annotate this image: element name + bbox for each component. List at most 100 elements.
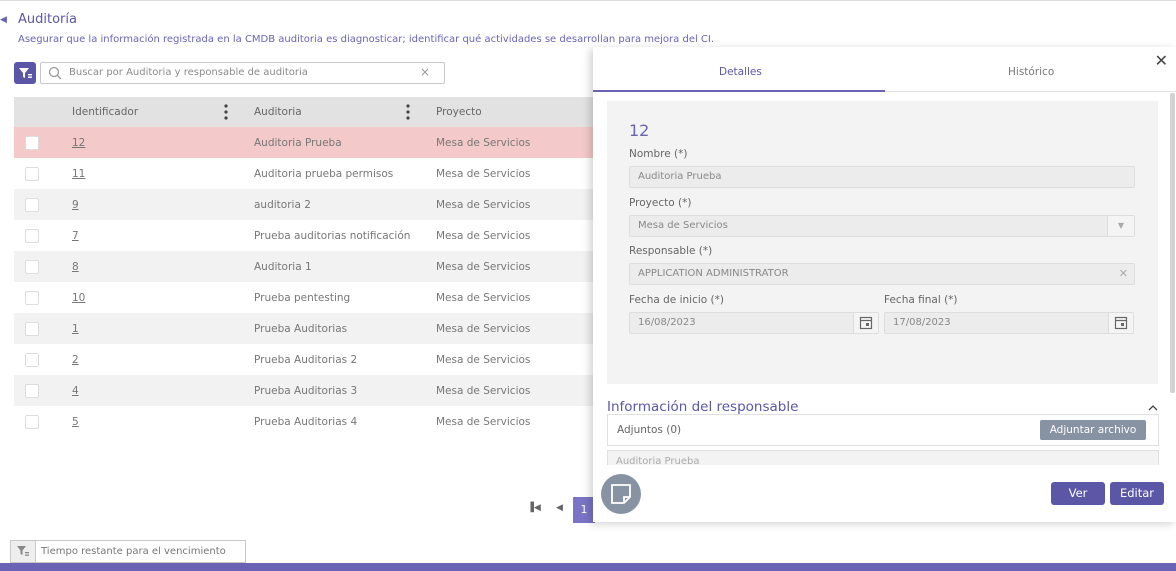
chevron-up-icon[interactable] [1148, 404, 1158, 411]
row-proyecto: Mesa de Servicios [436, 199, 531, 211]
row-checkbox[interactable] [25, 167, 39, 181]
partial-field-value: Auditoria Prueba [616, 456, 700, 465]
column-menu-icon[interactable] [406, 104, 410, 120]
attachments-bar: Adjuntos (0) Adjuntar archivo [607, 414, 1159, 446]
search-box[interactable]: Buscar por Auditoria y responsable de au… [40, 62, 445, 84]
close-icon[interactable]: ✕ [1155, 51, 1168, 70]
nombre-field[interactable]: Auditoria Prueba [629, 166, 1135, 188]
responsable-value: APPLICATION ADMINISTRATOR [638, 268, 789, 279]
audit-table: Identificador Auditoria Proyecto 12 Audi… [14, 97, 594, 437]
column-menu-icon[interactable] [224, 104, 228, 120]
table-row[interactable]: 12 Auditoria Prueba Mesa de Servicios [14, 127, 594, 158]
row-checkbox[interactable] [25, 229, 39, 243]
row-auditoria: Auditoria Prueba [254, 137, 342, 149]
row-id-link[interactable]: 12 [72, 137, 85, 149]
first-page-icon[interactable]: ▐◀ [527, 503, 541, 513]
note-button[interactable] [601, 474, 641, 514]
footer-bar [0, 563, 1176, 571]
row-proyecto: Mesa de Servicios [436, 261, 531, 273]
note-icon [611, 484, 631, 504]
proyecto-select[interactable]: Mesa de Servicios ▼ [629, 215, 1135, 237]
tab-historico[interactable]: Histórico [1008, 66, 1054, 78]
fecha-inicio-label: Fecha de inicio (*) [629, 294, 724, 306]
table-row[interactable]: 2 Prueba Auditorias 2 Mesa de Servicios [14, 344, 594, 375]
row-id-link[interactable]: 10 [72, 292, 85, 304]
row-proyecto: Mesa de Servicios [436, 137, 531, 149]
row-id-link[interactable]: 5 [72, 416, 79, 428]
fecha-final-label: Fecha final (*) [884, 294, 958, 306]
row-auditoria: Auditoria 1 [254, 261, 312, 273]
page-title: Auditoría [18, 12, 77, 27]
row-proyecto: Mesa de Servicios [436, 416, 531, 428]
row-checkbox[interactable] [25, 322, 39, 336]
table-row[interactable]: 7 Prueba auditorias notificación Mesa de… [14, 220, 594, 251]
fecha-final-value: 17/08/2023 [893, 317, 951, 328]
ver-button[interactable]: Ver [1051, 482, 1105, 505]
row-id-link[interactable]: 8 [72, 261, 79, 273]
table-row[interactable]: 5 Prueba Auditorias 4 Mesa de Servicios [14, 406, 594, 437]
nombre-label: Nombre (*) [629, 148, 688, 160]
row-checkbox[interactable] [25, 260, 39, 274]
previous-page-icon[interactable]: ◀ [556, 503, 563, 513]
attachments-label: Adjuntos (0) [617, 424, 682, 436]
table-row[interactable]: 9 auditoria 2 Mesa de Servicios [14, 189, 594, 220]
calendar-icon[interactable] [1108, 313, 1133, 333]
responsable-field[interactable]: APPLICATION ADMINISTRATOR ✕ [629, 263, 1135, 285]
panel-scrollbar[interactable] [1170, 93, 1175, 393]
nombre-value: Auditoria Prueba [638, 171, 722, 182]
row-id-link[interactable]: 1 [72, 323, 79, 335]
deadline-filter[interactable]: Tiempo restante para el vencimiento [10, 540, 246, 563]
table-row[interactable]: 8 Auditoria 1 Mesa de Servicios [14, 251, 594, 282]
row-id-link[interactable]: 2 [72, 354, 79, 366]
clear-icon[interactable]: ✕ [1119, 267, 1128, 280]
filter-icon [19, 68, 32, 78]
row-proyecto: Mesa de Servicios [436, 230, 531, 242]
row-checkbox[interactable] [25, 291, 39, 305]
table-header: Identificador Auditoria Proyecto [14, 97, 594, 127]
row-checkbox[interactable] [25, 136, 39, 150]
fecha-final-field[interactable]: 17/08/2023 [884, 312, 1134, 334]
page-description: Asegurar que la información registrada e… [18, 34, 715, 45]
responsable-label: Responsable (*) [629, 245, 713, 257]
calendar-icon[interactable] [853, 313, 878, 333]
column-header-proyecto[interactable]: Proyecto [436, 106, 482, 118]
row-auditoria: Prueba Auditorias 4 [254, 416, 358, 428]
partial-field[interactable]: Auditoria Prueba [607, 450, 1159, 465]
column-header-auditoria[interactable]: Auditoria [254, 106, 302, 118]
row-id-link[interactable]: 9 [72, 199, 79, 211]
search-input[interactable]: Buscar por Auditoria y responsable de au… [69, 67, 308, 78]
section-title[interactable]: Información del responsable [607, 399, 798, 415]
row-auditoria: Prueba Auditorias [254, 323, 348, 335]
row-proyecto: Mesa de Servicios [436, 354, 531, 366]
record-id: 12 [629, 121, 650, 140]
row-checkbox[interactable] [25, 353, 39, 367]
table-row[interactable]: 4 Prueba Auditorias 3 Mesa de Servicios [14, 375, 594, 406]
row-id-link[interactable]: 4 [72, 385, 79, 397]
fecha-inicio-field[interactable]: 16/08/2023 [629, 312, 879, 334]
attach-file-button[interactable]: Adjuntar archivo [1040, 420, 1146, 440]
table-row[interactable]: 11 Auditoria prueba permisos Mesa de Ser… [14, 158, 594, 189]
edit-button[interactable]: Editar [1110, 482, 1164, 505]
row-auditoria: Prueba auditorias notificación [254, 230, 411, 242]
column-header-identificador[interactable]: Identificador [72, 106, 138, 118]
filter-icon[interactable] [11, 541, 36, 562]
row-proyecto: Mesa de Servicios [436, 323, 531, 335]
row-checkbox[interactable] [25, 198, 39, 212]
proyecto-value: Mesa de Servicios [638, 220, 728, 231]
filter-button[interactable] [14, 62, 36, 84]
chevron-down-icon[interactable]: ▼ [1107, 216, 1134, 236]
tab-detalles[interactable]: Detalles [719, 66, 762, 78]
back-arrow-icon[interactable]: ◀ [0, 15, 7, 25]
page-current[interactable]: 1 [573, 497, 595, 523]
row-checkbox[interactable] [25, 415, 39, 429]
detail-panel: ✕ Detalles Histórico 12 Nombre (*) Audit… [593, 47, 1176, 522]
row-checkbox[interactable] [25, 384, 39, 398]
table-row[interactable]: 10 Prueba pentesting Mesa de Servicios [14, 282, 594, 313]
clear-icon[interactable]: × [420, 65, 430, 79]
row-id-link[interactable]: 11 [72, 168, 85, 180]
table-row[interactable]: 1 Prueba Auditorias Mesa de Servicios [14, 313, 594, 344]
row-auditoria: Prueba Auditorias 3 [254, 385, 358, 397]
row-proyecto: Mesa de Servicios [436, 168, 531, 180]
active-tab-indicator [593, 90, 885, 92]
row-id-link[interactable]: 7 [72, 230, 79, 242]
